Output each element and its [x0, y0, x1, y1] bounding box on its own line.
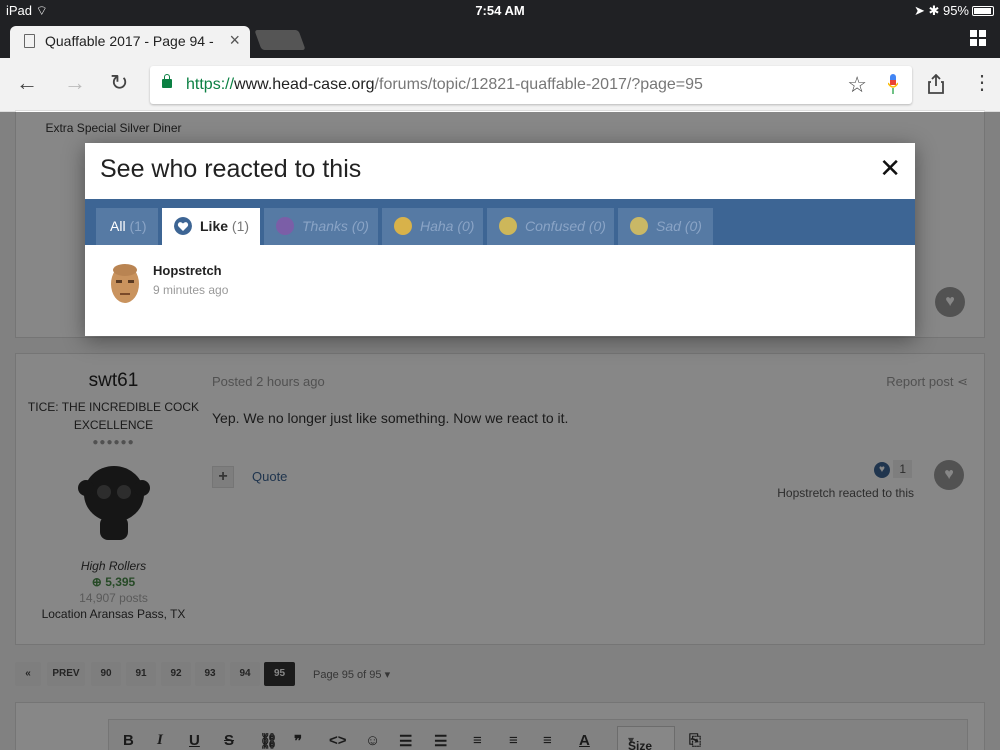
battery-status: ➤ ✱ 95% — [914, 3, 994, 19]
dialog-title: See who reacted to this — [100, 155, 362, 183]
reaction-tabs: All (1) Like (1) Thanks (0) Haha (0) Con… — [85, 199, 915, 245]
tab-all[interactable]: All (1) — [96, 208, 158, 245]
reaction-time: 9 minutes ago — [153, 283, 229, 297]
forward-arrow-icon[interactable]: → — [64, 70, 86, 96]
address-bar[interactable]: https://www.head-case.org/forums/topic/1… — [150, 66, 912, 104]
like-heart-icon — [174, 217, 192, 235]
haha-emoji-icon — [394, 217, 412, 235]
new-tab-button[interactable] — [254, 30, 306, 50]
thanks-trophy-icon — [276, 217, 294, 235]
close-tab-icon[interactable]: × — [229, 30, 240, 51]
tab-thanks[interactable]: Thanks (0) — [264, 208, 378, 245]
bookmark-star-icon[interactable]: ☆ — [847, 72, 867, 98]
reactions-dialog: See who reacted to this ✕ All (1) Like (… — [85, 143, 915, 336]
status-bar: iPad ⌔ 7:54 AM ➤ ✱ 95% — [0, 0, 1000, 20]
reactor-name[interactable]: Hopstretch — [153, 263, 222, 278]
tab-sad[interactable]: Sad (0) — [618, 208, 713, 245]
microphone-icon[interactable] — [888, 74, 898, 96]
lock-icon — [162, 74, 172, 88]
reactor-avatar[interactable] — [107, 262, 143, 306]
browser-tab[interactable]: Quaffable 2017 - Page 94 - T × — [10, 26, 250, 58]
menu-dots-icon[interactable]: ⋮ — [972, 70, 992, 95]
share-icon[interactable] — [928, 74, 944, 94]
battery-icon — [972, 6, 994, 16]
tab-switcher-icon[interactable] — [970, 30, 986, 46]
tab-strip: Quaffable 2017 - Page 94 - T × — [0, 20, 1000, 58]
document-icon — [24, 34, 35, 48]
close-icon[interactable]: ✕ — [879, 153, 901, 184]
tab-confused[interactable]: Confused (0) — [487, 208, 614, 245]
tab-haha[interactable]: Haha (0) — [382, 208, 483, 245]
url-text: https://www.head-case.org/forums/topic/1… — [186, 76, 703, 93]
browser-toolbar: ← → ↻ https://www.head-case.org/forums/t… — [0, 58, 1000, 112]
reload-icon[interactable]: ↻ — [110, 70, 128, 96]
tab-title: Quaffable 2017 - Page 94 - T — [45, 33, 215, 49]
back-arrow-icon[interactable]: ← — [16, 70, 38, 96]
clock: 7:54 AM — [475, 3, 525, 18]
tab-like[interactable]: Like (1) — [162, 208, 260, 245]
confused-emoji-icon — [499, 217, 517, 235]
sad-emoji-icon — [630, 217, 648, 235]
